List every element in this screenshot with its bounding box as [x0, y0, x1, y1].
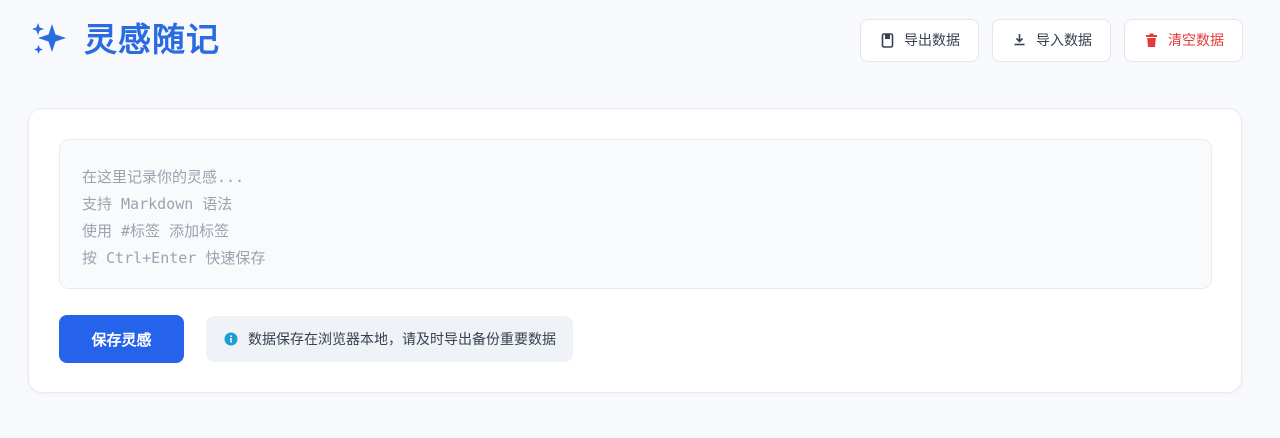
export-data-button[interactable]: 导出数据: [860, 18, 979, 62]
storage-notice-text: 数据保存在浏览器本地，请及时导出备份重要数据: [248, 332, 556, 348]
clear-data-button[interactable]: 清空数据: [1124, 18, 1243, 62]
trash-icon: [1145, 33, 1158, 48]
composer-footer: 保存灵感 数据保存在浏览器本地，请及时导出备份重要数据: [59, 315, 573, 363]
clear-data-label: 清空数据: [1168, 33, 1224, 49]
app-title: 灵感随记: [84, 19, 220, 59]
brand: 灵感随记: [30, 19, 220, 59]
sparkles-icon: [30, 19, 70, 59]
save-file-icon: [881, 32, 894, 48]
header-actions: 导出数据 导入数据 清空数据: [860, 18, 1243, 62]
save-note-button[interactable]: 保存灵感: [59, 315, 184, 363]
info-icon: [224, 332, 238, 346]
export-data-label: 导出数据: [904, 33, 960, 49]
note-input[interactable]: [59, 139, 1212, 289]
download-icon: [1013, 33, 1026, 47]
import-data-button[interactable]: 导入数据: [992, 18, 1111, 62]
storage-notice: 数据保存在浏览器本地，请及时导出备份重要数据: [206, 316, 573, 362]
import-data-label: 导入数据: [1036, 33, 1092, 49]
app-header: 灵感随记 导出数据 导入数据 清空数据: [30, 14, 1243, 64]
note-composer-card: 保存灵感 数据保存在浏览器本地，请及时导出备份重要数据: [28, 108, 1242, 393]
